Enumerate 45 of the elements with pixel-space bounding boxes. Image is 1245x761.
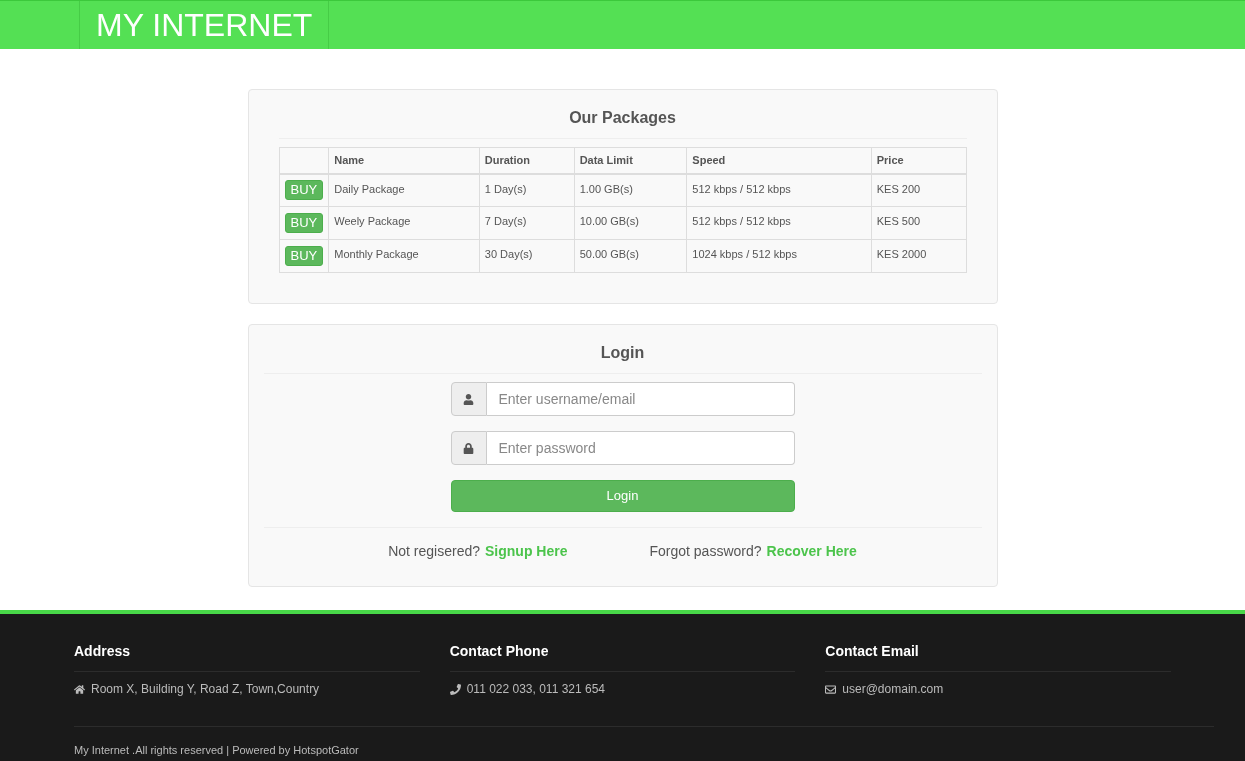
lock-icon (463, 442, 474, 454)
phone-icon (449, 683, 461, 695)
footer-heading: Contact Email (825, 641, 1171, 672)
footer-text: 011 022 033, 011 321 654 (466, 681, 606, 698)
panel-title: Login (263, 341, 982, 375)
copyright-text: My Internet .All rights reserved | Powered by HotspotGator (74, 744, 359, 756)
user-icon (463, 393, 474, 405)
table-cell: Daily Package (328, 173, 480, 207)
prompt-text: Forgot password? (649, 542, 762, 562)
table-cell: 1024 kbps / 512 kbps (686, 239, 872, 273)
column-header: Data Limit (574, 147, 687, 174)
table-cell: 50.00 GB(s) (574, 239, 687, 273)
column-header: Duration (479, 147, 575, 174)
panel-title: Our Packages (278, 106, 967, 140)
link[interactable]: Signup Here (485, 541, 568, 563)
table-cell: 7 Day(s) (479, 206, 575, 240)
footer-heading: Address (74, 641, 420, 672)
brand-title[interactable]: MY INTERNET (79, 1, 330, 50)
column-header: Speed (686, 147, 872, 174)
prompt-text: Not regisered? (388, 542, 480, 562)
table-cell: 1.00 GB(s) (574, 173, 687, 207)
table-cell: 512 kbps / 512 kbps (686, 173, 872, 207)
buy-button[interactable]: BUY (284, 213, 324, 234)
envelope-icon (825, 683, 837, 695)
table-cell: 512 kbps / 512 kbps (686, 206, 872, 240)
home-icon (74, 683, 85, 695)
table-cell: KES 500 (871, 206, 966, 240)
table-cell: Weely Package (328, 206, 480, 240)
input-field[interactable]: Enter password (486, 431, 795, 466)
buy-button[interactable]: BUY (284, 180, 324, 201)
table-cell: KES 200 (871, 173, 966, 207)
buy-button[interactable]: BUY (284, 246, 324, 267)
table-cell: 1 Day(s) (479, 173, 575, 207)
table-cell: Monthly Package (328, 239, 480, 273)
footer-heading: Contact Phone (449, 641, 796, 672)
column-header: Name (328, 147, 480, 174)
login-button[interactable]: Login (450, 480, 795, 513)
input-field[interactable]: Enter username/email (486, 382, 795, 417)
link[interactable]: Recover Here (766, 541, 857, 563)
table-cell: KES 2000 (871, 239, 966, 273)
table-cell: 30 Day(s) (479, 239, 575, 273)
table-cell: 10.00 GB(s) (574, 206, 687, 240)
column-header: Price (871, 147, 966, 174)
footer-text: Room X, Building Y, Road Z, Town,Country (91, 681, 320, 698)
footer-text: user@domain.com (842, 681, 944, 698)
